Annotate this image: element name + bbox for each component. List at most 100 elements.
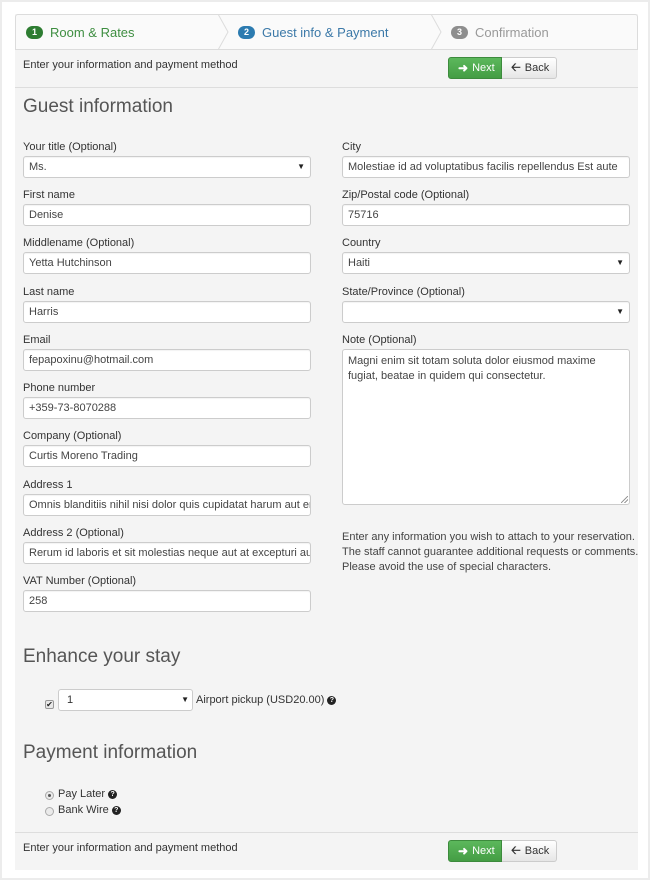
guest-information-heading: Guest information [23,96,173,117]
caret-down-icon: ▼ [297,162,305,171]
address2-input[interactable]: Rerum id laboris et sit molestias neque … [23,542,311,564]
title-field: Your title (Optional) Ms. ▼ [23,141,311,178]
caret-down-icon: ▼ [616,258,624,267]
email-field: Email fepapoxinu@hotmail.com [23,334,311,371]
last-name-input[interactable]: Harris [23,301,311,323]
country-field: Country Haiti ▼ [342,237,630,274]
city-input[interactable]: Molestiae id ad voluptatibus facilis rep… [342,156,630,178]
step-label: Confirmation [475,24,549,40]
state-province-field: State/Province (Optional) ▼ [342,286,630,323]
first-name-field: First name Denise [23,189,311,226]
payment-method-label: Pay Later [58,788,106,800]
note-help-text: Enter any information you wish to attach… [342,531,639,573]
company-field: Company (Optional) Curtis Moreno Trading [23,430,311,467]
question-circle-icon[interactable]: ? [327,695,337,705]
back-button[interactable]: 🡠 Back [502,57,557,79]
payment-information-heading: Payment information [23,742,198,763]
caret-down-icon: ▼ [616,307,624,316]
phone-field: Phone number +359-73-8070288 [23,382,311,419]
step-label: Room & Rates [50,24,135,40]
arrow-right-icon: ➜ [458,844,469,858]
nav-button-group: ➜ Next 🡠 Back [448,57,557,79]
field-label: Company (Optional) [23,430,122,442]
next-button-label: Next [472,62,495,74]
field-label: Middlename (Optional) [23,237,135,249]
step-confirmation[interactable]: 3 Confirmation [439,15,637,49]
enhance-stay-heading: Enhance your stay [23,646,181,667]
step-number-badge: 1 [26,25,43,39]
select-value: Haiti [348,257,371,269]
field-label: Email [23,334,51,346]
field-label: First name [23,189,75,201]
back-button[interactable]: 🡠 Back [502,840,557,862]
field-label: Zip/Postal code (Optional) [342,189,470,201]
field-label: State/Province (Optional) [342,286,465,298]
field-label: Phone number [23,382,96,394]
step-label: Guest info & Payment [262,24,389,40]
bottom-action-bar: Enter your information and payment metho… [15,832,638,870]
field-label: Note (Optional) [342,334,417,346]
radio-button[interactable] [45,791,54,800]
payment-method-bank-wire[interactable]: Bank Wire ? [45,804,121,816]
extra-airport-pickup: ✔ 1 ▼ Airport pickup (USD20.00) ? [45,689,337,711]
next-button-label: Next [472,845,495,857]
field-label: Address 1 [23,479,73,491]
extra-label: Airport pickup (USD20.00) [196,694,325,706]
company-input[interactable]: Curtis Moreno Trading [23,445,311,467]
caret-down-icon: ▼ [181,695,189,704]
arrow-left-icon: 🡠 [511,59,521,74]
arrow-left-icon: 🡠 [511,842,521,857]
arrow-right-icon: ➜ [458,61,469,75]
step-number-badge: 2 [238,25,255,39]
step-chevron-divider [218,14,234,50]
question-circle-icon[interactable]: ? [108,789,118,799]
address1-field: Address 1 Omnis blanditiis nihil nisi do… [23,479,311,516]
action-bar-text: Enter your information and payment metho… [23,59,238,71]
field-label: VAT Number (Optional) [23,575,137,587]
back-button-label: Back [524,845,550,857]
vat-number-field: VAT Number (Optional) 258 [23,575,311,612]
step-room-rates[interactable]: 1 Room & Rates [16,14,229,50]
select-value: 1 [67,694,74,706]
step-guest-info-payment[interactable]: 2 Guest info & Payment [226,14,442,50]
first-name-input[interactable]: Denise [23,204,311,226]
zip-input[interactable]: 75716 [342,204,630,226]
extra-checkbox[interactable]: ✔ [45,699,54,709]
radio-button[interactable] [45,807,54,816]
address1-input[interactable]: Omnis blanditiis nihil nisi dolor quis c… [23,494,311,516]
nav-button-group: ➜ Next 🡠 Back [448,840,557,862]
last-name-field: Last name Harris [23,286,311,323]
field-label: Country [342,237,381,249]
page-frame: 1 Room & Rates 2 Guest info & Payment 3 … [2,2,648,878]
field-label: Your title (Optional) [23,141,117,153]
field-label: Address 2 (Optional) [23,527,124,539]
field-label: Last name [23,286,75,298]
note-textarea[interactable]: Magni enim sit totam soluta dolor eiusmo… [342,349,630,505]
back-button-label: Back [524,62,550,74]
middlename-input[interactable]: Yetta Hutchinson [23,252,311,274]
question-circle-icon[interactable]: ? [111,805,121,815]
resize-handle-icon[interactable] [621,496,628,503]
note-value: Magni enim sit totam soluta dolor eiusmo… [348,355,596,382]
title-select[interactable]: Ms. ▼ [23,156,311,178]
top-action-bar: Enter your information and payment metho… [15,50,638,88]
country-select[interactable]: Haiti ▼ [342,252,630,274]
step-chevron-divider [431,14,447,50]
middlename-field: Middlename (Optional) Yetta Hutchinson [23,237,311,274]
next-button[interactable]: ➜ Next [448,840,502,862]
step-number-badge: 3 [451,25,468,39]
extra-quantity-select[interactable]: 1 ▼ [58,689,193,711]
booking-steps: 1 Room & Rates 2 Guest info & Payment 3 … [15,14,638,50]
vat-number-input[interactable]: 258 [23,590,311,612]
payment-method-label: Bank Wire [58,804,109,816]
zip-field: Zip/Postal code (Optional) 75716 [342,189,630,226]
phone-input[interactable]: +359-73-8070288 [23,397,311,419]
state-province-select[interactable]: ▼ [342,301,630,323]
address2-field: Address 2 (Optional) Rerum id laboris et… [23,527,311,564]
note-field: Note (Optional) Magni enim sit totam sol… [342,334,630,505]
email-input[interactable]: fepapoxinu@hotmail.com [23,349,311,371]
next-button[interactable]: ➜ Next [448,57,502,79]
field-label: City [342,141,361,153]
payment-method-pay-later[interactable]: Pay Later ? [45,788,118,800]
booking-container: 1 Room & Rates 2 Guest info & Payment 3 … [15,14,638,870]
